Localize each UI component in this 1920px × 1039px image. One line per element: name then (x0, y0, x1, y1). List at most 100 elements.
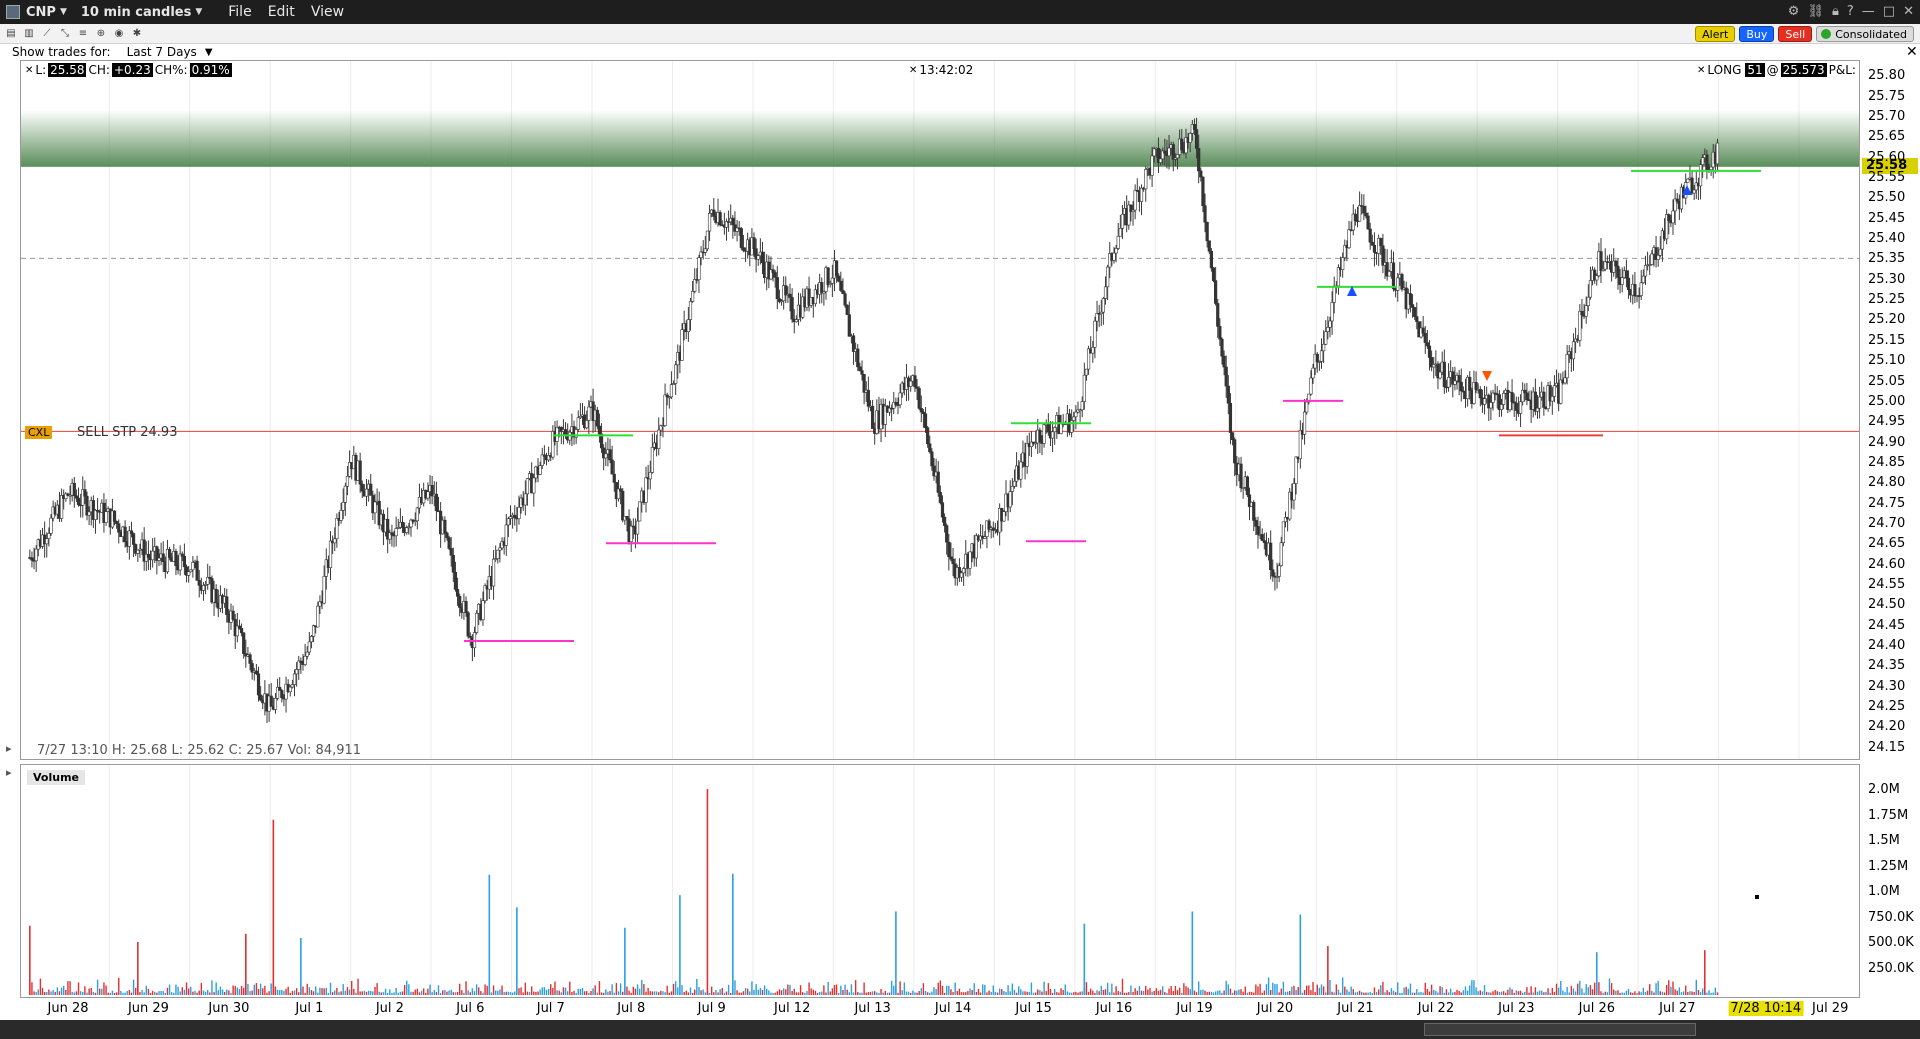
date-tick-label: Jul 14 (934, 1001, 972, 1016)
alert-button[interactable]: Alert (1695, 26, 1736, 42)
candle-body (1538, 396, 1542, 409)
price-chart-panel[interactable]: ✕ L: 25.58 CH: +0.23 CH%: 0.91% ✕ 13:42:… (20, 60, 1860, 760)
candle-body (30, 557, 34, 561)
price-chart-svg[interactable] (21, 61, 1860, 760)
candle-body (443, 519, 447, 534)
close-icon[interactable]: ✕ (25, 65, 33, 76)
date-tick-label: Jul 22 (1417, 1001, 1455, 1016)
scroller-thumb[interactable] (1424, 1023, 1696, 1036)
menu-file[interactable]: File (228, 4, 251, 20)
chevron-down-icon[interactable]: ▼ (205, 47, 213, 58)
volume-title: Volume (27, 770, 85, 785)
chevron-down-icon[interactable]: ▼ (60, 7, 67, 17)
fib-tool-icon[interactable]: ≡ (76, 27, 90, 41)
candle-body (1709, 166, 1713, 170)
candle-body (254, 670, 258, 675)
candle-body (926, 427, 930, 445)
link-icon[interactable]: ⛓ (1807, 4, 1824, 19)
candle-body (453, 571, 458, 590)
candle-body (532, 477, 536, 494)
status-dot-icon (1821, 29, 1832, 39)
maximize-icon[interactable]: □ (1883, 4, 1895, 19)
candle-body (1192, 124, 1197, 130)
close-chart-icon[interactable]: ✕ (1906, 44, 1918, 60)
volume-tick-label: 1.5M (1868, 833, 1900, 849)
candle-body (343, 485, 347, 503)
candle-body (595, 409, 599, 427)
settings-icon[interactable]: ✱ (130, 27, 144, 41)
candle-body (1224, 366, 1228, 387)
candle-body (1459, 381, 1463, 392)
lock-icon[interactable]: 🔒︎ (1832, 4, 1839, 19)
candle-body (1201, 176, 1205, 206)
pin-icon[interactable]: ▸ (6, 766, 12, 779)
candle-body (1626, 277, 1631, 290)
candle-body (775, 277, 779, 300)
candle-body (739, 228, 743, 248)
crosshair-icon[interactable]: ⊕ (94, 27, 108, 41)
candle-body (1614, 260, 1618, 267)
candle-body (1478, 389, 1482, 399)
candle-body (1209, 250, 1213, 269)
chevron-down-icon[interactable]: ▼ (195, 7, 202, 17)
candle-body (794, 319, 798, 323)
candle-body (1152, 148, 1156, 157)
candle-body (1226, 385, 1230, 404)
volume-tick-label: 250.0K (1868, 960, 1914, 976)
menu-edit[interactable]: Edit (268, 4, 295, 20)
candle-body (1158, 158, 1163, 163)
candle-body (1396, 277, 1400, 291)
draw-tool-icon[interactable]: ⟋ (40, 27, 54, 41)
price-tick-label: 24.15 (1868, 739, 1906, 755)
candle-body (610, 459, 614, 475)
close-icon[interactable]: ✕ (1697, 65, 1705, 76)
help-icon[interactable]: ? (1847, 4, 1854, 19)
menu-view[interactable]: View (311, 4, 344, 20)
candle-body (576, 417, 580, 430)
price-axis[interactable]: 25.58 24.15 24.20 24.25 24.30 24.35 24.40 24.4… (1862, 60, 1920, 760)
candle-body (936, 471, 940, 493)
candle-body (650, 447, 654, 473)
gear-icon[interactable]: ⚙ (1788, 4, 1800, 19)
candle-body (112, 510, 117, 522)
candle-body (1423, 332, 1427, 343)
candle-body (1518, 401, 1523, 414)
symbol-selector[interactable]: CNP (26, 5, 56, 20)
position-info: ✕ LONG 51 @ 25.573 P&L: 1 (1697, 63, 1859, 77)
candle-body (191, 562, 195, 571)
close-icon[interactable]: ✕ (909, 65, 917, 76)
price-tick-label: 25.20 (1868, 312, 1906, 328)
sell-button[interactable]: Sell (1778, 26, 1813, 42)
candle-body (136, 549, 140, 554)
candle-body (1379, 238, 1383, 246)
buy-button[interactable]: Buy (1739, 26, 1775, 42)
candle-body (1203, 205, 1207, 223)
candle-body (1341, 257, 1345, 270)
volume-panel[interactable]: Volume (20, 764, 1860, 998)
interval-selector[interactable]: 10 min candles (81, 5, 191, 20)
chart-type-icon[interactable]: ▤ (4, 27, 18, 41)
time-scroller[interactable] (0, 1020, 1920, 1039)
candle-body (909, 380, 913, 387)
candle-body (1328, 320, 1332, 328)
candle-body (481, 600, 485, 621)
minimize-icon[interactable]: — (1862, 4, 1875, 19)
candle-body (625, 516, 629, 520)
candle-body (1133, 189, 1137, 211)
close-icon[interactable]: ✕ (1903, 4, 1914, 19)
consolidated-button[interactable]: Consolidated (1816, 26, 1914, 42)
pin-icon[interactable]: ▸ (6, 742, 12, 755)
show-trades-select[interactable]: Last 7 Days (127, 45, 197, 59)
volume-chart-svg[interactable] (21, 765, 1860, 998)
trend-tool-icon[interactable]: ⤡ (58, 27, 72, 41)
candle-body (74, 495, 79, 499)
date-tick-label: Jun 28 (47, 1001, 89, 1016)
color-tool-icon[interactable]: ◉ (112, 27, 126, 41)
date-tick-label: Jul 23 (1498, 1001, 1535, 1016)
candle-body (621, 490, 625, 521)
price-tick-label: 24.95 (1868, 414, 1906, 430)
cancel-order-button[interactable]: CXL (25, 426, 53, 439)
candle-body (508, 516, 513, 520)
bars-icon[interactable]: ▥ (22, 27, 36, 41)
order-label: SELL STP 24.93 (77, 425, 178, 440)
